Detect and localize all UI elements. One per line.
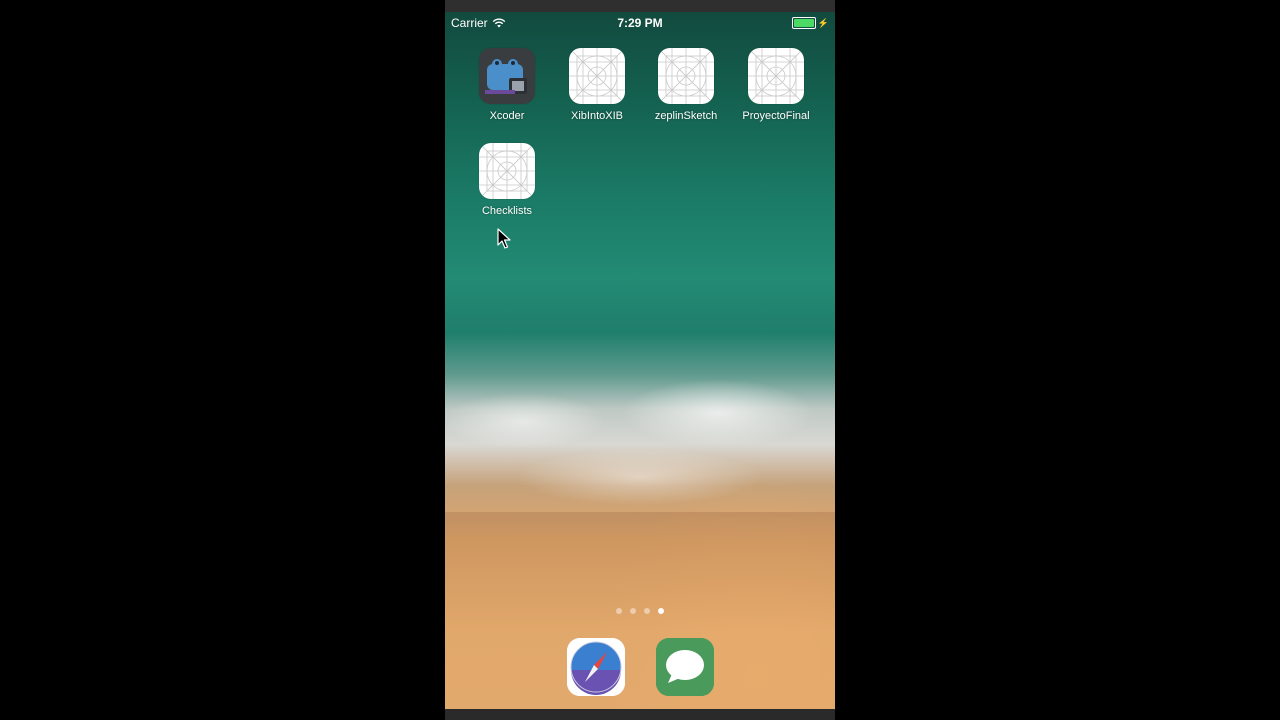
app-label: XibIntoXIB [571,110,623,122]
page-dot-active[interactable] [658,608,664,614]
app-checklists[interactable]: Checklists [467,143,547,217]
page-dot[interactable] [616,608,622,614]
placeholder-app-icon [569,48,625,104]
dock [445,636,835,709]
app-proyectofinal[interactable]: ProyectoFinal [736,48,816,122]
battery-indicator: ⚡ [791,17,829,29]
app-label: Xcoder [489,110,525,122]
wallpaper-foam [445,357,835,517]
app-label: Checklists [481,205,533,217]
clock: 7:29 PM [617,16,663,30]
app-label: ProyectoFinal [742,110,810,122]
simulator-top-bezel [445,0,835,12]
battery-icon [791,17,816,29]
status-bar: Carrier 7:29 PM ⚡ [445,12,835,32]
mouse-cursor-icon [497,228,511,249]
charging-bolt-icon: ⚡ [817,17,829,28]
safari-icon[interactable] [567,638,625,696]
page-indicator[interactable] [445,608,835,614]
app-xcoder[interactable]: Xcoder [467,48,547,122]
app-zeplinsketch[interactable]: zeplinSketch [646,48,726,122]
app-label: zeplinSketch [654,110,718,122]
page-dot[interactable] [630,608,636,614]
messages-icon[interactable] [656,638,714,696]
app-xibintoxib[interactable]: XibIntoXIB [557,48,637,122]
placeholder-app-icon [658,48,714,104]
battery-level [793,19,814,27]
home-screen: Carrier 7:29 PM ⚡ Xcoder XibIntoXIB zepl… [445,12,835,709]
page-dot[interactable] [644,608,650,614]
placeholder-app-icon [479,143,535,199]
xcoder-app-icon [479,48,535,104]
placeholder-app-icon [748,48,804,104]
simulator-bottom-bezel [445,709,835,720]
wallpaper-sand [445,512,835,632]
